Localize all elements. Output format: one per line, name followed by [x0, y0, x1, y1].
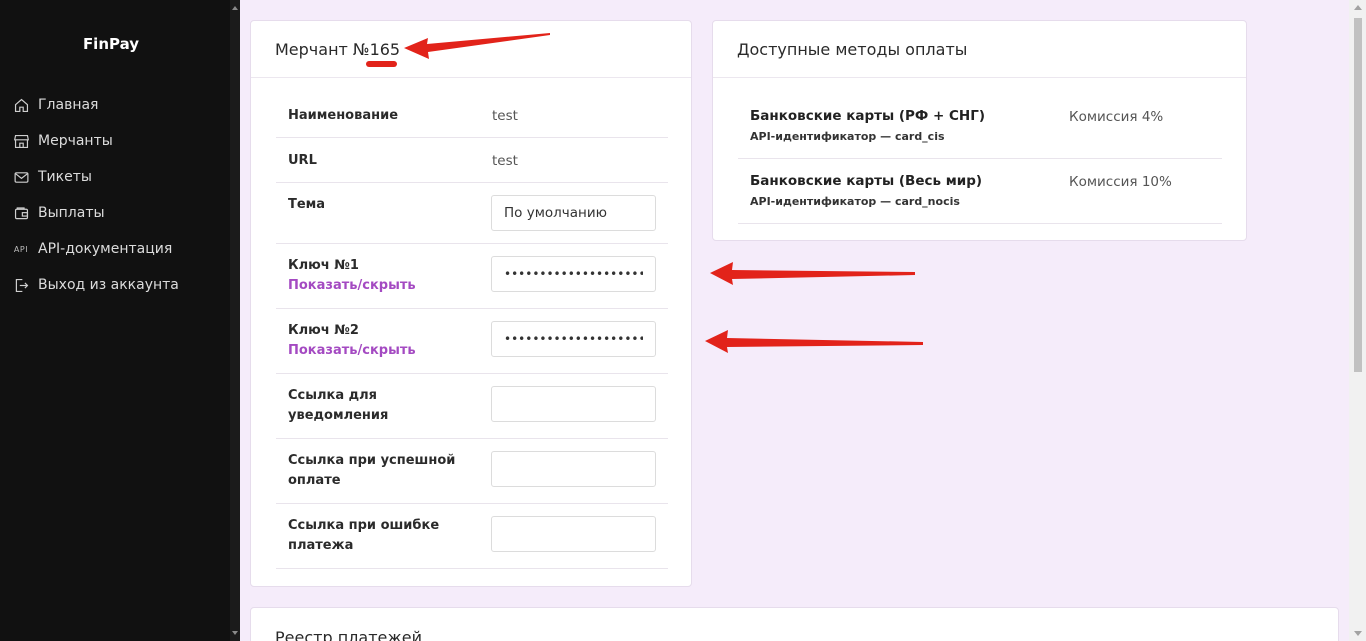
field-row-notify-url: Ссылка для уведомления [276, 374, 668, 439]
sidebar-item-label: Главная [38, 97, 99, 113]
payments-registry-card: Реестр платежей [250, 607, 1339, 641]
sidebar-item-label: Выплаты [38, 205, 105, 221]
error-url-label-line2: платежа [288, 538, 354, 553]
key2-label-block: Ключ №2 Показать/скрыть [288, 321, 416, 361]
field-row-name: Наименование test [276, 93, 668, 138]
sidebar-item-logout[interactable]: Выход из аккаунта [0, 267, 230, 303]
method-fee: Комиссия 10% [1069, 174, 1172, 190]
sidebar-item-label: Тикеты [38, 169, 92, 185]
payment-methods-list: Банковские карты (РФ + СНГ) API-идентифи… [738, 94, 1222, 224]
mail-icon [12, 168, 30, 186]
payment-methods-title: Доступные методы оплаты [713, 21, 1246, 78]
field-row-theme: Тема [276, 183, 668, 244]
success-url-input[interactable] [491, 451, 656, 487]
scroll-down-arrow-icon[interactable] [1354, 631, 1362, 636]
list-item: Банковские карты (РФ + СНГ) API-идентифи… [738, 94, 1222, 159]
key2-input[interactable] [491, 321, 656, 357]
merchant-title-text: Мерчант №165 [275, 39, 401, 59]
wallet-icon [12, 204, 30, 222]
merchant-card: Мерчант №165 Наименование test URL test … [250, 20, 692, 587]
field-row-success-url: Ссылка при успешной оплате [276, 439, 668, 504]
sidebar-item-label: API-документация [38, 241, 173, 257]
merchant-fields: Наименование test URL test Тема Ключ №1 … [276, 93, 668, 569]
theme-label: Тема [288, 197, 326, 212]
name-value: test [492, 108, 518, 124]
home-icon [12, 96, 30, 114]
success-url-label: Ссылка при успешной оплате [288, 451, 455, 491]
merchant-title: Мерчант №165 [275, 40, 400, 59]
field-row-error-url: Ссылка при ошибке платежа [276, 504, 668, 569]
payment-methods-card: Доступные методы оплаты Банковские карты… [712, 20, 1247, 241]
notify-url-label: Ссылка для уведомления [288, 386, 388, 426]
notify-url-label-line2: уведомления [288, 408, 389, 423]
key2-label: Ключ №2 [288, 323, 359, 338]
sidebar-scrollbar[interactable] [230, 0, 240, 641]
method-api-id: API-идентификатор — card_cis [750, 130, 945, 143]
annotation-arrow-icon [705, 330, 923, 353]
notify-url-input[interactable] [491, 386, 656, 422]
theme-select[interactable] [491, 195, 656, 231]
annotation-arrow-icon [710, 262, 915, 285]
success-url-label-line1: Ссылка при успешной [288, 453, 456, 468]
url-label: URL [288, 153, 317, 168]
logout-icon [12, 276, 30, 294]
error-url-label-line1: Ссылка при ошибке [288, 518, 440, 533]
success-url-label-line2: оплате [288, 473, 341, 488]
sidebar-item-tickets[interactable]: Тикеты [0, 159, 230, 195]
sidebar-item-payouts[interactable]: Выплаты [0, 195, 230, 231]
sidebar: FinPay Главная Мерчанты Тикеты Выплаты A… [0, 0, 240, 641]
method-api-id: API-идентификатор — card_nocis [750, 195, 960, 208]
scroll-up-arrow-icon[interactable] [1354, 5, 1362, 10]
notify-url-label-line1: Ссылка для [288, 388, 378, 403]
scrollbar-thumb[interactable] [1354, 18, 1362, 372]
payments-registry-title: Реестр платежей [275, 628, 423, 641]
method-fee: Комиссия 4% [1069, 109, 1164, 125]
key1-input[interactable] [491, 256, 656, 292]
scroll-down-arrow-icon[interactable] [232, 631, 238, 635]
error-url-label: Ссылка при ошибке платежа [288, 516, 439, 556]
method-name: Банковские карты (РФ + СНГ) [750, 108, 985, 124]
store-icon [12, 132, 30, 150]
name-label: Наименование [288, 108, 399, 123]
key1-label: Ключ №1 [288, 258, 359, 273]
sidebar-item-api-docs[interactable]: API API-документация [0, 231, 230, 267]
page-scrollbar[interactable] [1349, 0, 1366, 641]
url-value: test [492, 153, 518, 169]
key1-toggle-link[interactable]: Показать/скрыть [288, 276, 416, 296]
sidebar-nav: Главная Мерчанты Тикеты Выплаты API API-… [0, 87, 230, 303]
field-row-key1: Ключ №1 Показать/скрыть [276, 244, 668, 309]
method-name: Банковские карты (Весь мир) [750, 173, 983, 189]
merchant-card-header: Мерчант №165 [251, 21, 691, 78]
api-icon: API [12, 240, 30, 258]
sidebar-item-merchants[interactable]: Мерчанты [0, 123, 230, 159]
sidebar-item-label: Мерчанты [38, 133, 113, 149]
error-url-input[interactable] [491, 516, 656, 552]
key1-label-block: Ключ №1 Показать/скрыть [288, 256, 416, 296]
api-icon-text: API [13, 244, 29, 254]
app-logo[interactable]: FinPay [0, 35, 222, 53]
key2-toggle-link[interactable]: Показать/скрыть [288, 341, 416, 361]
scroll-up-arrow-icon[interactable] [232, 6, 238, 10]
sidebar-item-label: Выход из аккаунта [38, 277, 179, 293]
field-row-key2: Ключ №2 Показать/скрыть [276, 309, 668, 374]
sidebar-item-home[interactable]: Главная [0, 87, 230, 123]
field-row-url: URL test [276, 138, 668, 183]
list-item: Банковские карты (Весь мир) API-идентифи… [738, 159, 1222, 224]
